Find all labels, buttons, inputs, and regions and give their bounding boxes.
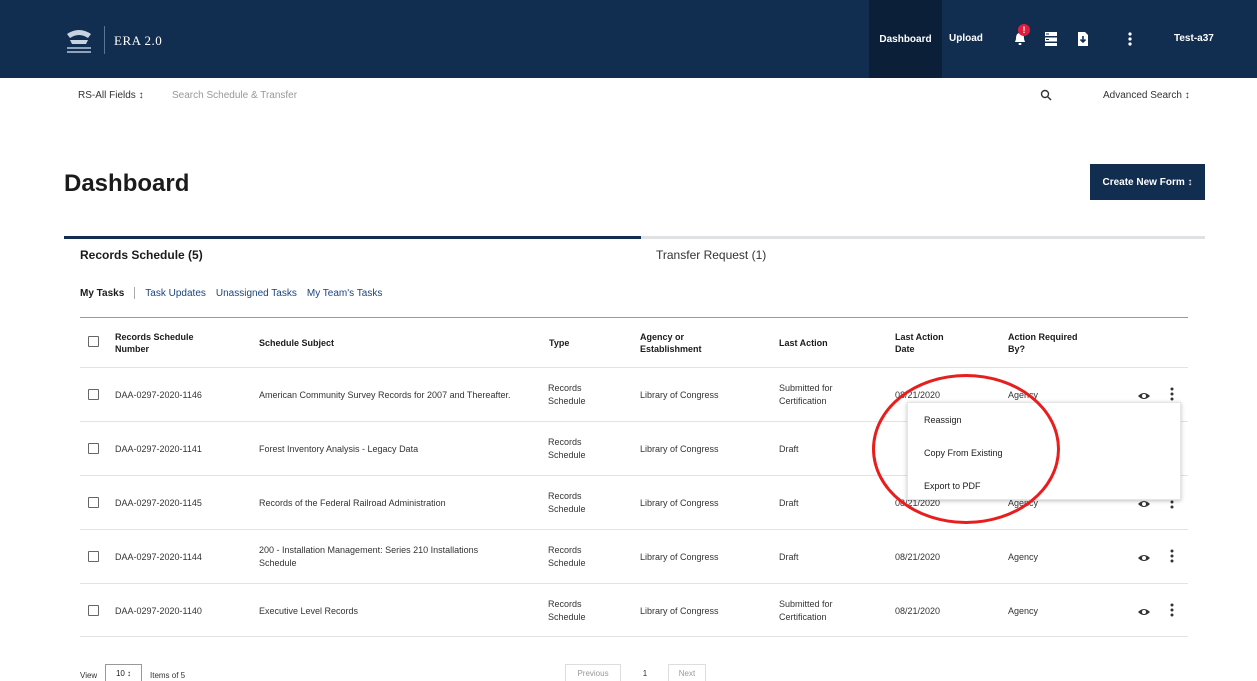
- notification-badge: !: [1018, 24, 1030, 36]
- row-actions-icon[interactable]: [1170, 549, 1174, 563]
- tab-records-schedule[interactable]: Records Schedule (5): [80, 248, 203, 262]
- subtab-my-tasks[interactable]: My Tasks: [80, 288, 124, 299]
- last-action: Submitted for Certification: [779, 383, 833, 406]
- search-field-select[interactable]: RS-All Fields ↕: [78, 90, 144, 101]
- highlight-annotation-ellipse: [872, 374, 1060, 524]
- table-row[interactable]: DAA-0297-2020-1140 Executive Level Recor…: [80, 583, 1188, 637]
- row-actions-icon[interactable]: [1170, 387, 1174, 401]
- page-title: Dashboard: [64, 170, 190, 197]
- items-count: Items of 5: [150, 671, 186, 680]
- row-checkbox[interactable]: [88, 551, 99, 562]
- download-file-icon[interactable]: [1076, 31, 1090, 47]
- last-action: Draft: [779, 444, 799, 454]
- schedule-type: Records Schedule: [548, 599, 586, 622]
- last-action: Draft: [779, 498, 799, 508]
- table-row[interactable]: DAA-0297-2020-1144 200 - Installation Ma…: [80, 529, 1188, 583]
- agency: Library of Congress: [640, 552, 719, 562]
- schedule-subject: Records of the Federal Railroad Administ…: [259, 498, 446, 508]
- action-required-by: Agency: [1008, 606, 1039, 616]
- subtab-my-teams-tasks[interactable]: My Team's Tasks: [307, 288, 382, 299]
- schedule-type: Records Schedule: [548, 545, 586, 568]
- schedule-number[interactable]: DAA-0297-2020-1141: [115, 443, 202, 456]
- schedule-subject: Forest Inventory Analysis - Legacy Data: [259, 444, 419, 454]
- app-name[interactable]: ERA 2.0: [114, 33, 162, 49]
- schedule-number[interactable]: DAA-0297-2020-1144: [115, 551, 202, 564]
- row-checkbox[interactable]: [88, 389, 99, 400]
- search-input[interactable]: [172, 86, 572, 104]
- row-checkbox[interactable]: [88, 443, 99, 454]
- row-checkbox[interactable]: [88, 605, 99, 616]
- logo-divider: [104, 26, 105, 54]
- col-header-agency[interactable]: Agency or Establishment: [640, 331, 702, 355]
- last-action: Draft: [779, 552, 799, 562]
- page-number-current[interactable]: 1: [630, 664, 660, 681]
- select-all-checkbox[interactable]: [88, 336, 99, 347]
- view-label: View: [80, 671, 98, 680]
- col-header-last-action-date[interactable]: Last Action Date: [895, 331, 944, 355]
- nav-dashboard-link[interactable]: Dashboard: [869, 0, 942, 78]
- row-checkbox[interactable]: [88, 497, 99, 508]
- agency: Library of Congress: [640, 606, 719, 616]
- schedule-type: Records Schedule: [548, 383, 586, 406]
- schedule-subject: 200 - Installation Management: Series 21…: [259, 545, 479, 568]
- col-header-type[interactable]: Type: [549, 337, 569, 349]
- agency: Library of Congress: [640, 390, 719, 400]
- tab-transfer-request[interactable]: Transfer Request (1): [656, 248, 766, 262]
- tab-active-indicator: [64, 236, 641, 239]
- col-header-last-action[interactable]: Last Action: [779, 337, 828, 349]
- nav-upload-link[interactable]: Upload: [949, 33, 983, 44]
- search-icon[interactable]: [1040, 89, 1052, 101]
- user-menu[interactable]: Test-a37: [1174, 33, 1214, 44]
- national-archives-logo-icon[interactable]: [64, 24, 94, 56]
- schedule-type: Records Schedule: [548, 491, 586, 514]
- agency: Library of Congress: [640, 444, 719, 454]
- top-navigation-bar: ERA 2.0 Dashboard Upload ! Test-a37: [0, 0, 1257, 78]
- view-eye-icon[interactable]: [1137, 607, 1151, 617]
- schedule-subject: American Community Survey Records for 20…: [259, 390, 511, 400]
- row-actions-icon[interactable]: [1170, 603, 1174, 617]
- view-eye-icon[interactable]: [1137, 499, 1151, 509]
- schedule-number[interactable]: DAA-0297-2020-1140: [115, 605, 202, 618]
- subtab-divider: [134, 287, 136, 299]
- previous-page-button[interactable]: Previous: [565, 664, 621, 681]
- create-new-form-button[interactable]: Create New Form ↕: [1090, 164, 1205, 200]
- action-required-by: Agency: [1008, 552, 1039, 562]
- schedule-number[interactable]: DAA-0297-2020-1145: [115, 497, 202, 510]
- subtab-unassigned-tasks[interactable]: Unassigned Tasks: [216, 288, 297, 299]
- page-size-select[interactable]: 10 ↕: [105, 664, 142, 681]
- col-header-action-required[interactable]: Action Required By?: [1008, 331, 1078, 355]
- table-top-border: [80, 317, 1188, 318]
- list-icon[interactable]: [1044, 31, 1058, 47]
- next-page-button[interactable]: Next: [668, 664, 706, 681]
- view-eye-icon[interactable]: [1137, 391, 1151, 401]
- advanced-search-toggle[interactable]: Advanced Search ↕: [1103, 90, 1190, 101]
- col-header-subject[interactable]: Schedule Subject: [259, 337, 334, 349]
- agency: Library of Congress: [640, 498, 719, 508]
- schedule-type: Records Schedule: [548, 437, 586, 460]
- schedule-subject: Executive Level Records: [259, 606, 359, 616]
- col-header-number[interactable]: Records Schedule Number: [115, 331, 194, 355]
- more-options-icon[interactable]: [1127, 31, 1133, 47]
- last-action-date: 08/21/2020: [895, 606, 941, 616]
- last-action-date: 08/21/2020: [895, 552, 941, 562]
- task-filter-tabs: My Tasks Task Updates Unassigned Tasks M…: [80, 287, 392, 299]
- schedule-number[interactable]: DAA-0297-2020-1146: [115, 389, 202, 402]
- subtab-task-updates[interactable]: Task Updates: [145, 288, 206, 299]
- view-eye-icon[interactable]: [1137, 553, 1151, 563]
- last-action: Submitted for Certification: [779, 599, 833, 622]
